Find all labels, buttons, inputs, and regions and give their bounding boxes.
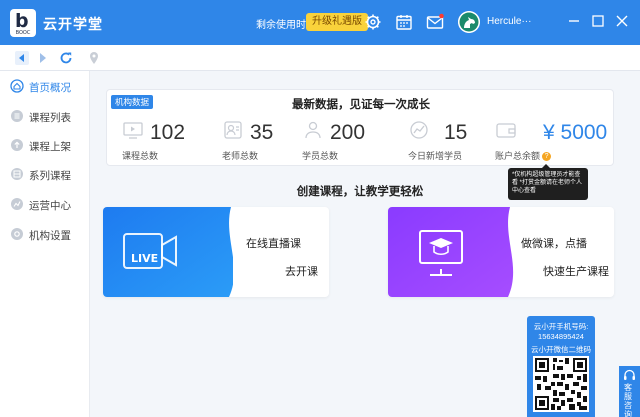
qr-phone-number: 15634895424 <box>538 332 584 341</box>
stats-headline: 最新数据，见证每一次成长 <box>292 99 430 111</box>
sidebar-item-settings[interactable]: 机构设置 <box>0 219 90 249</box>
stat-caption-text: 账户总余额 <box>495 151 541 161</box>
vod-course-action: 快速生产课程 <box>543 266 609 278</box>
live-course-title: 在线直播课 <box>246 238 301 250</box>
sidebar-item-label: 课程列表 <box>29 112 71 124</box>
live-badge: LIVE <box>131 252 158 265</box>
stat-caption: 课程总数 <box>122 151 159 161</box>
app-logo: b BOOC <box>10 9 36 37</box>
calendar-icon[interactable] <box>395 13 413 31</box>
qr-wechat-label: 云小开微信二维码 <box>531 345 591 354</box>
maximize-icon[interactable] <box>590 12 606 30</box>
minimize-icon[interactable] <box>566 12 582 30</box>
stats-card: 机构数据 最新数据，见证每一次成长 102 课程总数 35 老师总数 200 学… <box>106 89 614 166</box>
location-pin-icon[interactable] <box>88 51 100 65</box>
app-name: 云开学堂 <box>43 16 103 32</box>
create-title: 创建课程，让教学更轻松 <box>296 186 424 198</box>
home-icon <box>10 79 24 93</box>
nav-toolbar <box>0 45 640 71</box>
teacher-icon <box>224 121 242 139</box>
course-icon <box>123 122 143 139</box>
series-icon <box>11 168 23 180</box>
stat-value: 102 <box>150 121 186 144</box>
upload-icon <box>11 139 23 151</box>
vod-course-title: 做微课，点播 <box>521 238 587 250</box>
sidebar-item-label: 运营中心 <box>29 200 71 212</box>
stat-value: 15 <box>444 121 468 144</box>
logo-letter: b <box>15 10 29 32</box>
arrow-right-icon[interactable] <box>37 52 49 64</box>
list-icon <box>11 110 23 122</box>
refresh-icon[interactable] <box>59 51 73 65</box>
contact-qr-panel: 云小开手机号码: 15634895424 云小开微信二维码 <box>527 316 595 417</box>
live-course-action: 去开课 <box>285 266 318 278</box>
support-label: 客服咨询 <box>624 383 632 417</box>
gear-icon[interactable] <box>364 13 382 31</box>
stat-value: 200 <box>330 121 366 144</box>
stat-caption: 老师总数 <box>222 151 259 161</box>
sidebar-item-overview[interactable]: 首页概况 <box>0 71 90 101</box>
settings-icon <box>11 228 23 240</box>
sidebar-item-label: 课程上架 <box>29 141 71 153</box>
back-button[interactable] <box>15 51 29 65</box>
students-icon <box>305 121 321 139</box>
qr-phone-label: 云小开手机号码: <box>533 322 589 331</box>
username[interactable]: Hercule··· <box>487 16 531 27</box>
help-icon[interactable]: ? <box>542 152 552 162</box>
headset-icon <box>624 369 635 380</box>
mail-icon[interactable] <box>426 13 444 31</box>
sidebar: 首页概况 课程列表 课程上架 系列课程 运营中心 机构设置 <box>0 71 90 417</box>
stat-caption: 账户总余额? <box>495 149 552 162</box>
logo-text: BOOC <box>15 30 31 36</box>
vod-banner <box>388 207 514 297</box>
wallet-icon <box>496 123 516 138</box>
stat-value: ¥ 5000 <box>543 121 608 144</box>
stat-value: 35 <box>250 121 274 144</box>
live-course-card[interactable]: LIVE 在线直播课 去开课 <box>103 207 329 297</box>
horse-avatar-icon <box>458 11 480 33</box>
avatar[interactable] <box>458 11 480 33</box>
operations-icon <box>11 198 23 210</box>
live-banner: LIVE <box>103 207 233 297</box>
upgrade-button[interactable]: 升级礼遇版 <box>306 13 368 31</box>
sidebar-item-label: 系列课程 <box>29 170 71 182</box>
stat-caption: 学员总数 <box>302 151 339 161</box>
sidebar-item-course-list[interactable]: 课程列表 <box>0 101 90 131</box>
sidebar-item-course-publish[interactable]: 课程上架 <box>0 130 90 160</box>
vod-course-card[interactable]: 做微课，点播 快速生产课程 <box>388 207 614 297</box>
wechat-qr-code <box>533 356 589 412</box>
sidebar-item-operations[interactable]: 运营中心 <box>0 189 90 219</box>
title-bar: b BOOC 云开学堂 剩余使用时间：15天 升级礼遇版 Hercule··· <box>0 0 640 45</box>
sidebar-item-label: 机构设置 <box>29 230 71 242</box>
stat-caption: 今日新增学员 <box>408 151 463 161</box>
sidebar-item-label: 首页概况 <box>29 82 71 94</box>
arrow-left-icon <box>19 54 24 62</box>
growth-icon <box>410 121 428 139</box>
sidebar-item-series[interactable]: 系列课程 <box>0 159 90 189</box>
close-icon[interactable] <box>614 12 630 30</box>
support-tab[interactable]: 客服咨询 <box>619 366 640 417</box>
